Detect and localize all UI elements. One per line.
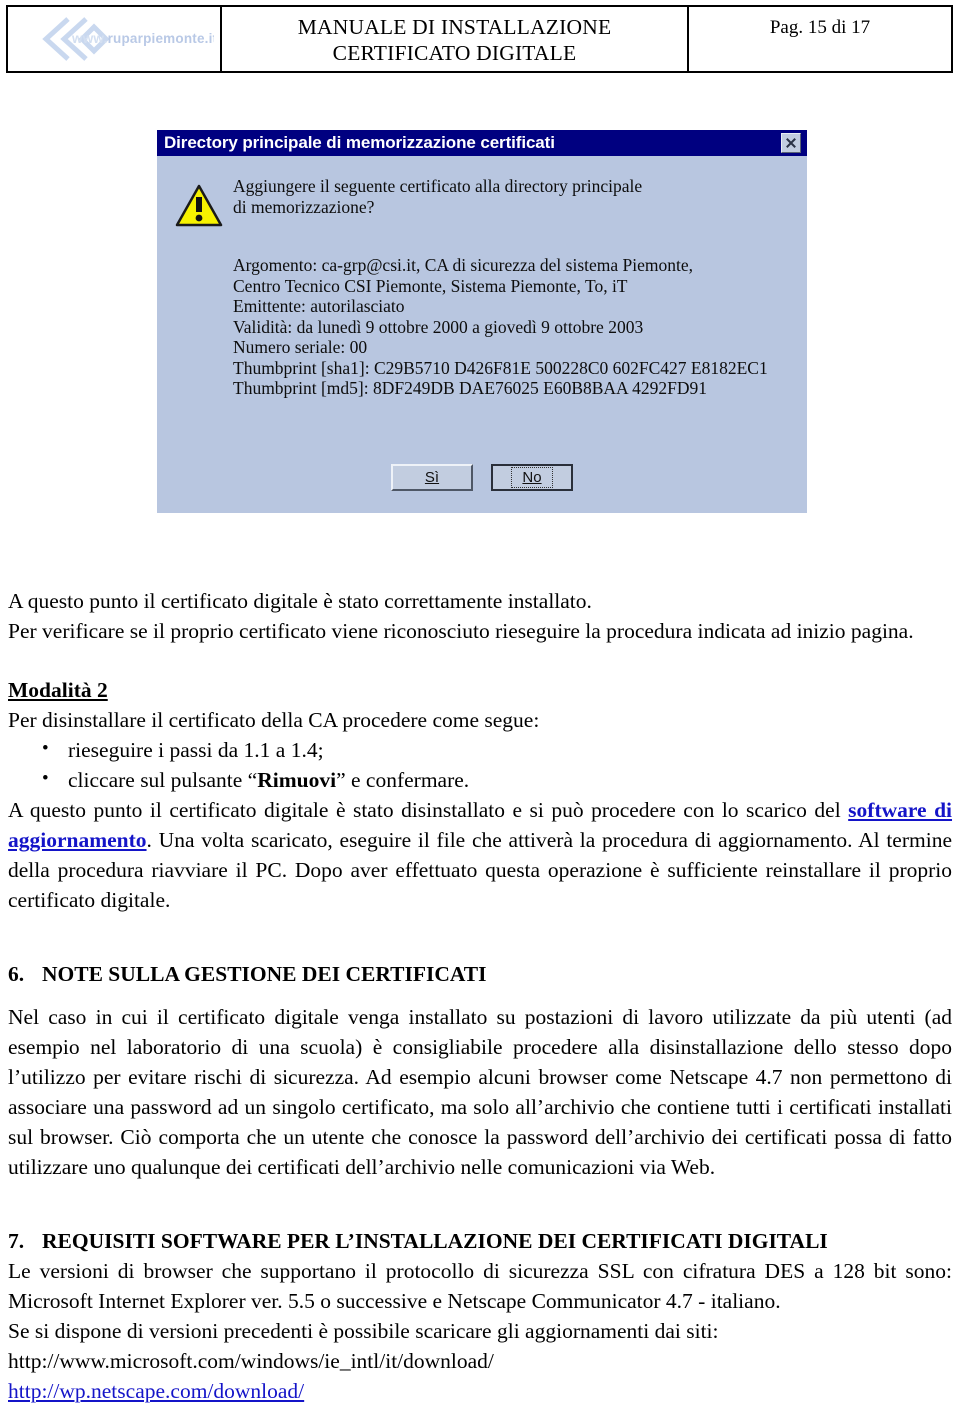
bullet-2-pre: cliccare sul pulsante “ [68,768,258,792]
section-6-title: NOTE SULLA GESTIONE DEI CERTIFICATI [42,962,487,986]
certificate-details-text: Argomento: ca-grp@csi.it, CA di sicurezz… [233,255,768,398]
section-7-paragraph: Le versioni di browser che supportano il… [8,1259,952,1313]
dialog-title-bar: Directory principale di memorizzazione c… [157,130,807,156]
paragraph-uninstall-pre: A questo punto il certificato digitale è… [8,798,849,822]
logo-url-text: www.ruparpiemonte.it [72,31,214,46]
section-6-heading: 6. NOTE SULLA GESTIONE DEI CERTIFICATI [8,959,952,989]
section-7-number: 7. [8,1229,25,1253]
section-7-paragraph-2: Se si dispone di versioni precedenti è p… [8,1319,719,1343]
header-page-cell: Pag. 15 di 17 [689,7,951,71]
paragraph-installed-line2: Per verificare se il proprio certificato… [8,619,914,643]
ruparpiemonte-logo: www.ruparpiemonte.it [14,13,214,65]
no-button-label: No [522,469,542,486]
list-item: rieseguire i passi da 1.1 a 1.4; [42,734,952,765]
modalita-2-heading: Modalità 2 [8,678,108,702]
header-title-line-2: CERTIFICATO DIGITALE [332,40,577,65]
section-7-heading: 7. REQUISITI SOFTWARE PER L’INSTALLAZION… [8,1226,952,1256]
dialog-question-text: Aggiungere il seguente certificato alla … [233,176,643,217]
section-6-number: 6. [8,962,25,986]
document-body: A questo punto il certificato digitale è… [8,586,952,1406]
yes-button-label: Sì [424,469,440,486]
page-number-label: Pag. 15 di 17 [769,17,871,38]
warning-triangle-icon [175,184,223,227]
header-title-line-1: MANUALE DI INSTALLAZIONE [297,14,612,39]
bullet-2-post: ” e confermare. [336,768,470,792]
dialog-body: Aggiungere il seguente certificato alla … [157,156,807,513]
logo-url-prefix: www. [72,31,108,46]
modalita-2-steps: rieseguire i passi da 1.1 a 1.4; cliccar… [8,734,952,795]
no-button[interactable]: No [491,464,573,491]
logo-url-domain: ruparpiemonte.it [107,31,214,46]
dialog-title: Directory principale di memorizzazione c… [164,133,555,152]
header-logo-cell: www.ruparpiemonte.it [8,7,222,71]
paragraph-uninstall: A questo punto il certificato digitale è… [8,795,952,915]
page-header-table: www.ruparpiemonte.it MANUALE DI INSTALLA… [6,5,953,73]
paragraph-installed-line1: A questo punto il certificato digitale è… [8,589,592,613]
netscape-download-url-wrap: http://wp.netscape.com/download/ [8,1376,952,1406]
certificate-dialog-screenshot: Directory principale di memorizzazione c… [157,130,807,513]
bullet-1-text: rieseguire i passi da 1.1 a 1.4; [68,738,324,762]
dialog-button-row: Sì No [157,464,807,491]
list-item: cliccare sul pulsante “Rimuovi” e confer… [42,764,952,795]
section-6-paragraph: Nel caso in cui il certificato digitale … [8,1005,952,1179]
close-icon[interactable] [781,133,801,153]
modalita-2-intro: Per disinstallare il certificato della C… [8,708,540,732]
microsoft-download-url: http://www.microsoft.com/windows/ie_intl… [8,1349,494,1373]
section-7-title: REQUISITI SOFTWARE PER L’INSTALLAZIONE D… [42,1229,828,1253]
yes-button[interactable]: Sì [391,464,473,491]
netscape-download-link[interactable]: http://wp.netscape.com/download/ [8,1379,304,1403]
paragraph-uninstall-post: . Una volta scaricato, eseguire il file … [8,828,952,912]
header-title-cell: MANUALE DI INSTALLAZIONE CERTIFICATO DIG… [222,7,689,71]
bullet-2-bold: Rimuovi [257,768,337,792]
